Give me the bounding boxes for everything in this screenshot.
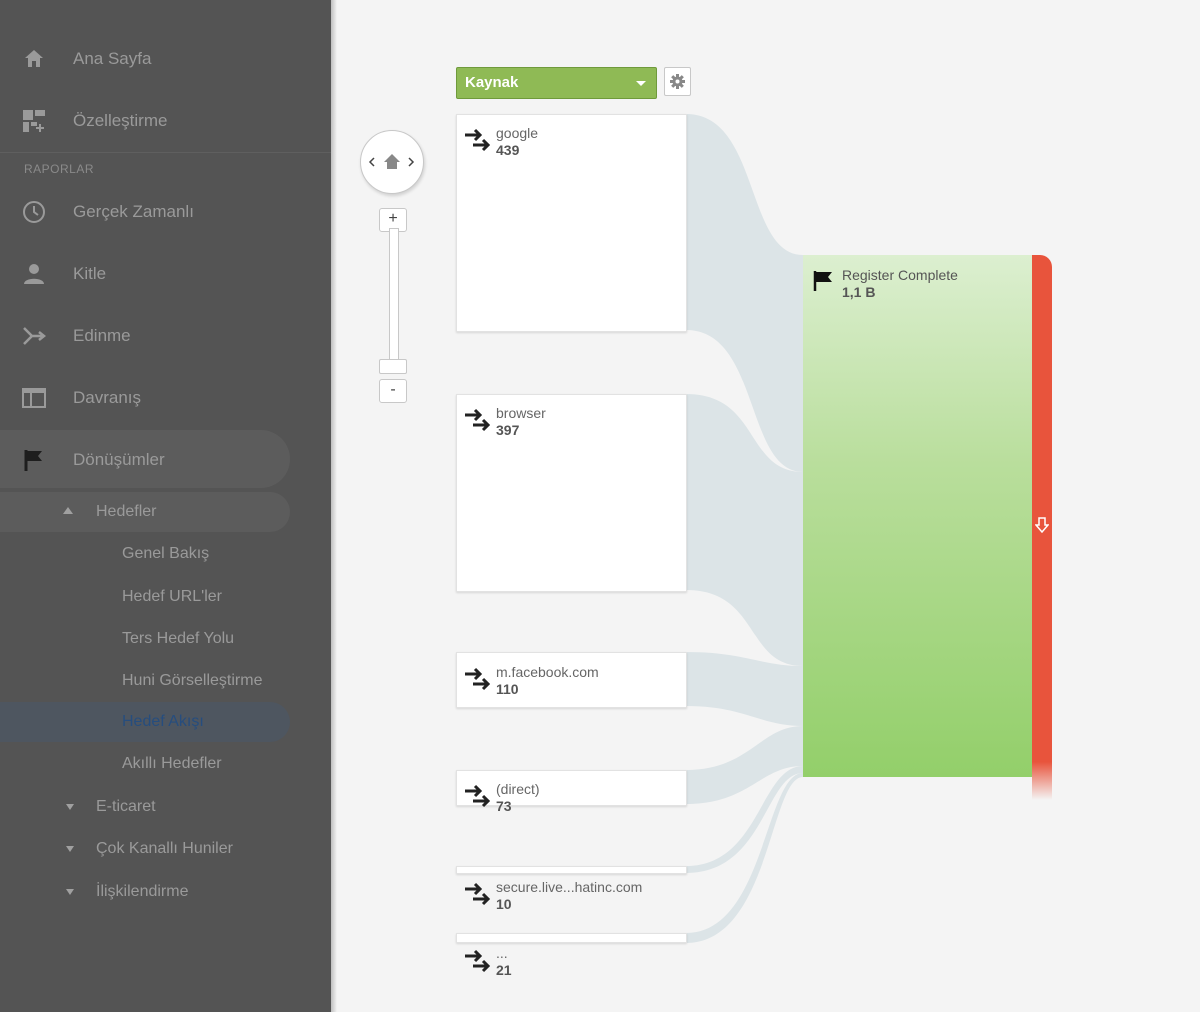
- source-node-name: m.facebook.com: [496, 664, 599, 680]
- source-node-value: 21: [496, 962, 512, 978]
- source-node-value: 10: [496, 896, 512, 912]
- source-node-name: google: [496, 125, 539, 141]
- home-icon[interactable]: [384, 154, 400, 169]
- source-node-name: browser: [496, 405, 546, 421]
- source-node-value: 439: [496, 142, 520, 158]
- source-node-value: 73: [496, 798, 512, 814]
- source-node-google[interactable]: [456, 114, 687, 332]
- gear-icon: [670, 74, 685, 89]
- source-node-facebook[interactable]: [456, 652, 687, 708]
- source-node-browser[interactable]: [456, 394, 687, 592]
- source-arrow-icon: [465, 128, 490, 152]
- settings-button[interactable]: [664, 67, 691, 96]
- source-node-other[interactable]: [456, 933, 687, 943]
- source-arrow-icon: [465, 408, 490, 432]
- source-node-secure-live[interactable]: [456, 866, 687, 874]
- source-node-name: secure.live...hatinc.com: [496, 879, 643, 895]
- pan-right-icon[interactable]: [408, 157, 415, 167]
- dimension-dropdown[interactable]: Kaynak: [456, 67, 657, 99]
- pan-control[interactable]: [360, 130, 424, 194]
- source-arrow-icon: [465, 882, 490, 906]
- source-node-value: 397: [496, 422, 520, 438]
- goal-node-name: Register Complete: [842, 267, 958, 283]
- goal-node-value: 1,1 B: [842, 284, 876, 300]
- dimension-dropdown-label: Kaynak: [465, 74, 519, 91]
- source-node-name: ...: [496, 945, 508, 961]
- source-node-value: 110: [496, 681, 519, 697]
- source-node-name: (direct): [496, 781, 540, 797]
- dropoff-arrow-icon: [1035, 517, 1049, 533]
- source-node-direct[interactable]: [456, 770, 687, 806]
- pan-left-icon[interactable]: [368, 157, 375, 167]
- source-arrow-icon: [465, 949, 490, 973]
- zoom-slider-track[interactable]: [389, 228, 399, 366]
- chevron-down-icon: [636, 81, 646, 86]
- source-arrow-icon: [465, 667, 490, 691]
- source-arrow-icon: [465, 784, 490, 808]
- goal-node[interactable]: [803, 255, 1032, 777]
- zoom-slider-handle[interactable]: [379, 359, 407, 374]
- zoom-out-button[interactable]: -: [379, 379, 407, 403]
- flag-icon: [813, 271, 832, 291]
